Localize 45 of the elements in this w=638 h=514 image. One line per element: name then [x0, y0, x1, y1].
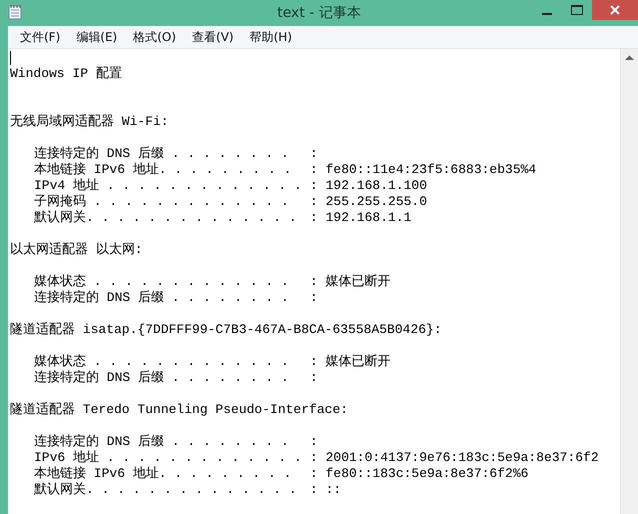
close-icon [610, 5, 620, 15]
field-value: : 255.255.255.0 [310, 194, 428, 210]
field-value: : [310, 370, 318, 386]
field-value: : 2001:0:4137:9e76:183c:5e9a:8e37:6f2 [310, 450, 599, 466]
field-value: : 媒体已断开 [310, 274, 391, 290]
close-button[interactable] [592, 0, 638, 20]
field-value: : [310, 434, 318, 450]
menu-item[interactable]: 编辑(E) [68, 28, 126, 46]
text-line: 隧道适配器 Teredo Tunneling Pseudo-Interface: [10, 402, 348, 417]
field-value: : [310, 146, 318, 162]
window-title: text - 记事本 [276, 4, 362, 22]
text-line: Windows IP 配置 [10, 66, 122, 81]
field-value: : 媒体已断开 [310, 354, 391, 370]
field-value: : 192.168.1.1 [310, 210, 412, 226]
field-label: 默认网关. . . . . . . . . . . . . . [34, 482, 298, 498]
field-value: : 192.168.1.100 [310, 178, 428, 194]
field-label: 连接特定的 DNS 后缀 . . . . . . . . [34, 370, 290, 386]
minimize-icon [542, 12, 552, 14]
field-value: : fe80::11e4:23f5:6883:eb35%4 [310, 162, 536, 178]
field-value: : :: [310, 482, 342, 498]
scroll-bar[interactable] [620, 49, 638, 514]
field-value: : fe80::183c:5e9a:8e37:6f2%6 [310, 466, 528, 482]
field-label: 连接特定的 DNS 后缀 . . . . . . . . [34, 434, 290, 450]
field-label: IPv4 地址 . . . . . . . . . . . . . [34, 178, 303, 194]
field-label: 连接特定的 DNS 后缀 . . . . . . . . [34, 146, 290, 162]
field-label: 媒体状态 . . . . . . . . . . . . . [34, 274, 290, 290]
scroll-up-icon[interactable] [625, 55, 634, 61]
field-label: 本地链接 IPv6 地址. . . . . . . . . [34, 162, 292, 178]
menu-item[interactable]: 查看(V) [184, 28, 242, 46]
maximize-icon [571, 5, 583, 15]
field-value: : [310, 290, 318, 306]
text-line: 无线局域网适配器 Wi-Fi: [10, 114, 169, 129]
field-label: IPv6 地址 . . . . . . . . . . . . . [34, 450, 303, 466]
text-cursor [10, 50, 11, 65]
menu-item[interactable]: 文件(F) [12, 28, 68, 46]
field-label: 子网掩码 . . . . . . . . . . . . . [34, 194, 290, 210]
menu-item[interactable]: 格式(O) [125, 28, 184, 46]
field-label: 媒体状态 . . . . . . . . . . . . . [34, 354, 290, 370]
field-label: 连接特定的 DNS 后缀 . . . . . . . . [34, 290, 290, 306]
text-line: 以太网适配器 以太网: [10, 242, 143, 257]
text-line: 隧道适配器 isatap.{7DDFFF99-C7B3-467A-B8CA-63558A5B0426}: [10, 322, 442, 337]
notepad-icon [8, 4, 22, 20]
field-label: 本地链接 IPv6 地址. . . . . . . . . [34, 466, 292, 482]
field-label: 默认网关. . . . . . . . . . . . . . [34, 210, 298, 226]
menu-item[interactable]: 帮助(H) [242, 28, 300, 46]
